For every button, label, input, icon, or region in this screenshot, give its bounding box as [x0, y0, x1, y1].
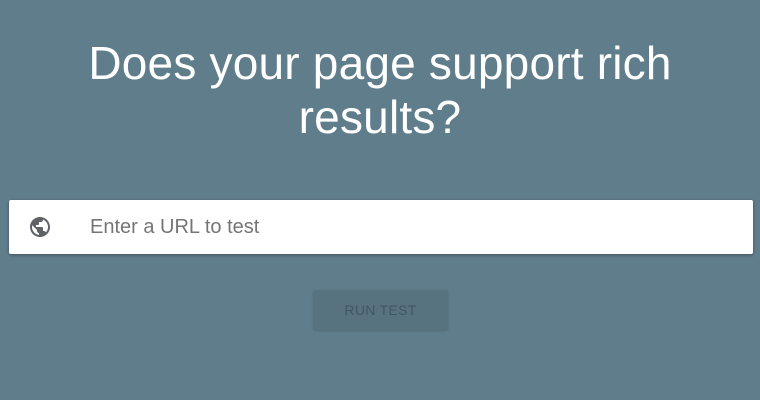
url-bar[interactable]	[9, 200, 753, 254]
page: { "hero": { "title": "Does your page sup…	[0, 0, 760, 400]
page-title: Does your page support rich results?	[88, 37, 672, 143]
url-input[interactable]	[71, 200, 753, 254]
globe-icon	[9, 200, 71, 254]
run-test-button[interactable]: RUN TEST	[313, 290, 448, 330]
